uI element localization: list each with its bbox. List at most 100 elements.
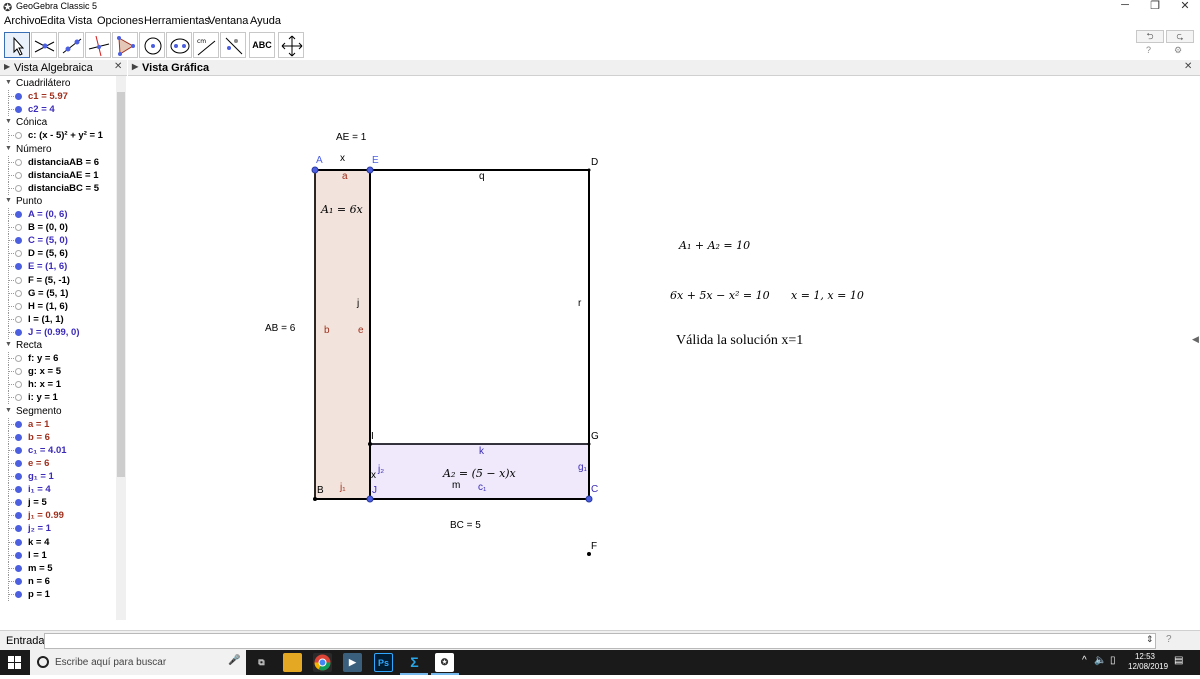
algebra-item[interactable]: g: x = 5	[0, 365, 118, 379]
point-c[interactable]	[585, 495, 593, 503]
algebra-item[interactable]: i₁ = 4	[0, 483, 118, 497]
close-button[interactable]: ✕	[1170, 0, 1200, 13]
visibility-toggle-icon[interactable]	[15, 106, 22, 114]
help-icon[interactable]: ?	[1146, 45, 1151, 55]
visibility-toggle-icon[interactable]	[15, 394, 22, 402]
sigma-app-icon[interactable]: Σ	[405, 653, 424, 672]
input-field[interactable]	[44, 633, 1156, 649]
volume-icon[interactable]: 🔈	[1094, 655, 1106, 666]
point-f[interactable]	[587, 552, 591, 556]
visibility-toggle-icon[interactable]	[15, 328, 22, 336]
conic-tool-button[interactable]	[166, 32, 192, 58]
expand-triangle-icon[interactable]: ▼	[5, 145, 12, 152]
algebra-item[interactable]: j = 5	[0, 496, 118, 510]
menu-archivo[interactable]: Archivo	[4, 15, 41, 27]
algebra-category[interactable]: ▼ Segmento	[0, 405, 118, 418]
settings-gear-icon[interactable]: ⚙	[1174, 45, 1182, 56]
notifications-icon[interactable]: ▤	[1174, 655, 1183, 666]
algebra-item[interactable]: b = 6	[0, 430, 118, 444]
visibility-toggle-icon[interactable]	[15, 132, 22, 140]
visibility-toggle-icon[interactable]	[15, 302, 22, 310]
algebra-item[interactable]: e = 6	[0, 456, 118, 470]
taskbar-clock[interactable]: 12:53 12/08/2019	[1128, 652, 1168, 672]
algebra-view[interactable]: ▼ Cuadrilátero c1 = 5.97 c2 = 4 ▼ Cónica c: (x…	[0, 76, 126, 620]
visibility-toggle-icon[interactable]	[15, 499, 22, 507]
measure-tool-button[interactable]: cm	[193, 32, 219, 58]
chrome-icon[interactable]	[313, 653, 332, 672]
algebra-category[interactable]: ▼ Cónica	[0, 116, 118, 129]
collapse-triangle-icon[interactable]: ▶	[132, 62, 138, 71]
algebra-item[interactable]: H = (1, 6)	[0, 299, 118, 313]
restore-button[interactable]: ❐	[1140, 0, 1170, 13]
visibility-toggle-icon[interactable]	[15, 538, 22, 546]
visibility-toggle-icon[interactable]	[15, 368, 22, 376]
menu-ventana[interactable]: Ventana	[208, 15, 248, 27]
expand-triangle-icon[interactable]: ▼	[5, 118, 12, 125]
visibility-toggle-icon[interactable]	[15, 263, 22, 271]
line-tool-button[interactable]	[58, 32, 84, 58]
graphics-view[interactable]: AE = 1 AB = 6 BC = 5 x x A E D B C G I J…	[128, 76, 1200, 630]
reflect-tool-button[interactable]	[220, 32, 246, 58]
algebra-item[interactable]: distanciaBC = 5	[0, 181, 118, 195]
side-panel-arrow-icon[interactable]: ◀	[1192, 334, 1199, 345]
file-explorer-icon[interactable]	[283, 653, 302, 672]
algebra-category[interactable]: ▼ Punto	[0, 195, 118, 208]
text-tool-button[interactable]: ABC	[249, 32, 275, 58]
point-d[interactable]	[587, 168, 591, 172]
visibility-toggle-icon[interactable]	[15, 289, 22, 297]
algebra-item[interactable]: m = 5	[0, 561, 118, 575]
taskbar-search-box[interactable]: Escribe aquí para buscar 🎤	[30, 650, 246, 675]
expand-triangle-icon[interactable]: ▼	[5, 79, 12, 86]
visibility-toggle-icon[interactable]	[15, 224, 22, 232]
close-algebra-view-icon[interactable]: ✕	[114, 61, 122, 72]
input-history-arrow-icon[interactable]: ⇕	[1146, 634, 1154, 645]
algebra-item[interactable]: F = (5, -1)	[0, 273, 118, 287]
input-help-icon[interactable]: ?	[1166, 634, 1172, 645]
perpendicular-tool-button[interactable]	[85, 32, 111, 58]
menu-herramientas[interactable]: Herramientas	[144, 15, 210, 27]
algebra-item[interactable]: distanciaAE = 1	[0, 168, 118, 182]
visibility-toggle-icon[interactable]	[15, 446, 22, 454]
algebra-item[interactable]: B = (0, 0)	[0, 221, 118, 235]
collapse-triangle-icon[interactable]: ▶	[4, 62, 10, 71]
construction-canvas[interactable]	[128, 76, 1200, 630]
algebra-item[interactable]: G = (5, 1)	[0, 286, 118, 300]
redo-button[interactable]: ⮎	[1166, 30, 1194, 43]
algebra-item[interactable]: c: (x - 5)² + y² = 1	[0, 129, 118, 143]
expand-triangle-icon[interactable]: ▼	[5, 407, 12, 414]
point-j[interactable]	[366, 495, 374, 503]
algebra-item[interactable]: f: y = 6	[0, 352, 118, 366]
visibility-toggle-icon[interactable]	[15, 486, 22, 494]
minimize-button[interactable]: ─	[1110, 0, 1140, 13]
algebra-item[interactable]: p = 1	[0, 587, 118, 601]
visibility-toggle-icon[interactable]	[15, 237, 22, 245]
algebra-item[interactable]: distanciaAB = 6	[0, 155, 118, 169]
circle-tool-button[interactable]	[139, 32, 165, 58]
visibility-toggle-icon[interactable]	[15, 590, 22, 598]
tray-chevron-icon[interactable]: ^	[1082, 655, 1087, 666]
visibility-toggle-icon[interactable]	[15, 564, 22, 572]
visibility-toggle-icon[interactable]	[15, 420, 22, 428]
visibility-toggle-icon[interactable]	[15, 355, 22, 363]
task-view-icon[interactable]: ⧉	[252, 653, 271, 672]
visibility-toggle-icon[interactable]	[15, 315, 22, 323]
algebra-item[interactable]: j₂ = 1	[0, 522, 118, 536]
point-g[interactable]	[587, 442, 591, 446]
point-tool-button[interactable]	[31, 32, 57, 58]
visibility-toggle-icon[interactable]	[15, 158, 22, 166]
visibility-toggle-icon[interactable]	[15, 93, 22, 101]
algebra-item[interactable]: l = 1	[0, 548, 118, 562]
expand-triangle-icon[interactable]: ▼	[5, 341, 12, 348]
undo-button[interactable]: ⮌	[1136, 30, 1164, 43]
close-graphics-view-icon[interactable]: ✕	[1184, 61, 1192, 72]
algebra-scrollbar-thumb[interactable]	[117, 92, 125, 477]
algebra-item[interactable]: I = (1, 1)	[0, 312, 118, 326]
algebra-item[interactable]: E = (1, 6)	[0, 260, 118, 274]
visibility-toggle-icon[interactable]	[15, 184, 22, 192]
visibility-toggle-icon[interactable]	[15, 276, 22, 284]
point-e[interactable]	[366, 166, 374, 174]
visibility-toggle-icon[interactable]	[15, 473, 22, 480]
algebra-item[interactable]: J = (0.99, 0)	[0, 325, 118, 339]
algebra-category[interactable]: ▼ Recta	[0, 339, 118, 352]
geogebra-taskbar-icon[interactable]: ✪	[435, 653, 454, 672]
